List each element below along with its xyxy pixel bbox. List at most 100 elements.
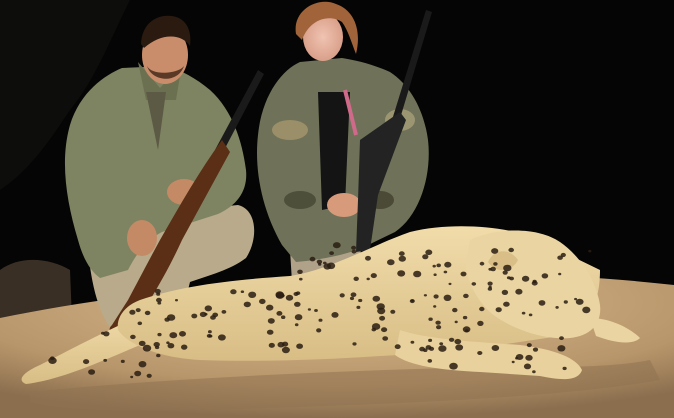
leopard-spot bbox=[532, 370, 536, 374]
child-hand bbox=[327, 193, 361, 217]
leopard-spot bbox=[297, 269, 303, 274]
leopard-spot bbox=[318, 263, 322, 266]
leopard-spot bbox=[129, 309, 136, 315]
leopard-spot bbox=[506, 276, 511, 280]
leopard-spot bbox=[130, 334, 136, 340]
leopard-spot bbox=[318, 318, 323, 322]
leopard-spot bbox=[448, 337, 455, 342]
leopard-spot bbox=[503, 301, 510, 307]
leopard-spot bbox=[582, 306, 591, 314]
leopard-spot bbox=[443, 294, 452, 301]
leopard-spot bbox=[511, 360, 515, 364]
leopard-spot bbox=[444, 261, 452, 268]
leopard-spot bbox=[487, 281, 493, 286]
leopard-spot bbox=[422, 254, 429, 260]
leopard-spot bbox=[294, 314, 303, 321]
leopard-spot bbox=[501, 289, 509, 295]
leopard-spot bbox=[138, 361, 147, 368]
leopard-spot bbox=[314, 309, 318, 312]
leopard-spot bbox=[413, 270, 422, 278]
leopard-spot bbox=[560, 252, 566, 258]
leopard-spot bbox=[425, 249, 433, 256]
leopard-spot bbox=[436, 325, 442, 330]
leopard-spot bbox=[299, 277, 303, 281]
leopard-spot bbox=[307, 308, 311, 311]
leopard-spot bbox=[410, 340, 415, 344]
leopard-spot bbox=[281, 315, 286, 320]
leopard-spot bbox=[515, 288, 523, 295]
leopard-spot bbox=[281, 346, 290, 354]
leopard-spot bbox=[138, 340, 146, 347]
leopard-spot bbox=[398, 255, 406, 262]
leopard-spot bbox=[436, 263, 442, 268]
leopard-spot bbox=[491, 248, 499, 254]
leopard-spot bbox=[349, 296, 355, 301]
leopard-spot bbox=[432, 264, 436, 268]
leopard-spot bbox=[277, 341, 285, 348]
leopard-spot bbox=[371, 323, 381, 330]
leopard-spot bbox=[557, 345, 566, 352]
leopard-spot bbox=[495, 307, 502, 313]
leopard-spot bbox=[146, 373, 152, 378]
leopard-spot bbox=[377, 307, 386, 315]
leopard-spot bbox=[449, 362, 458, 370]
leopard-spot bbox=[532, 347, 539, 352]
photo-canvas bbox=[0, 0, 674, 418]
leopard-spot bbox=[309, 256, 316, 262]
leopard-spot bbox=[248, 291, 257, 298]
leopard-spot bbox=[438, 345, 447, 352]
leopard-spot bbox=[293, 292, 299, 296]
leopard-spot bbox=[477, 351, 483, 355]
leopard-spot bbox=[120, 359, 125, 363]
leopard-spot bbox=[353, 276, 359, 281]
camo-patch-1 bbox=[272, 120, 308, 140]
leopard-spot bbox=[452, 307, 458, 313]
leopard-spot bbox=[541, 273, 549, 279]
leopard-spot bbox=[332, 242, 341, 249]
leopard-spot bbox=[455, 344, 464, 351]
leopard-spot bbox=[296, 343, 303, 349]
leopard-spot bbox=[471, 282, 477, 286]
leopard-spot bbox=[135, 308, 141, 313]
leopard-spot bbox=[285, 294, 294, 301]
leopard-spot bbox=[477, 320, 484, 326]
leopard-spot bbox=[144, 310, 151, 316]
leopard-spot bbox=[503, 264, 512, 272]
leopard-spot bbox=[448, 282, 452, 286]
leopard-spot bbox=[259, 298, 266, 305]
leopard-spot bbox=[528, 313, 533, 317]
leopard-spot bbox=[563, 300, 568, 304]
leopard-spot bbox=[88, 369, 96, 375]
leopard-spot bbox=[48, 357, 57, 364]
leopard-spot bbox=[103, 358, 108, 362]
leopard-spot bbox=[423, 294, 427, 297]
leopard-spot bbox=[588, 249, 592, 253]
leopard-spot bbox=[164, 317, 170, 322]
leopard-spot bbox=[156, 292, 161, 296]
leopard-spot bbox=[526, 343, 532, 348]
leopard-spot bbox=[351, 245, 357, 250]
leopard-spot bbox=[179, 331, 186, 337]
leopard-spot bbox=[558, 272, 562, 276]
leopard-spot bbox=[381, 327, 388, 333]
leopard-spot bbox=[493, 262, 498, 266]
leopard-spot bbox=[212, 312, 219, 318]
leopard-spot bbox=[531, 280, 538, 286]
leopard-spot bbox=[266, 329, 274, 335]
leopard-spot bbox=[521, 311, 526, 315]
leopard-spot bbox=[294, 323, 299, 327]
leopard-spot bbox=[134, 370, 142, 377]
leopard-spot bbox=[390, 309, 396, 314]
leopard-spot bbox=[130, 375, 134, 379]
leopard-spot bbox=[479, 306, 485, 312]
leopard-spot bbox=[206, 334, 212, 338]
leopard-spot bbox=[463, 293, 469, 299]
leopard-spot bbox=[275, 291, 284, 299]
leopard-spot bbox=[433, 305, 437, 308]
leopard-spot bbox=[433, 273, 437, 277]
leopard-spot bbox=[204, 305, 212, 312]
leopard-spot bbox=[350, 292, 357, 298]
leopard-spot bbox=[218, 334, 226, 341]
leopard-spot bbox=[240, 290, 245, 294]
leopard-spot bbox=[538, 300, 546, 306]
